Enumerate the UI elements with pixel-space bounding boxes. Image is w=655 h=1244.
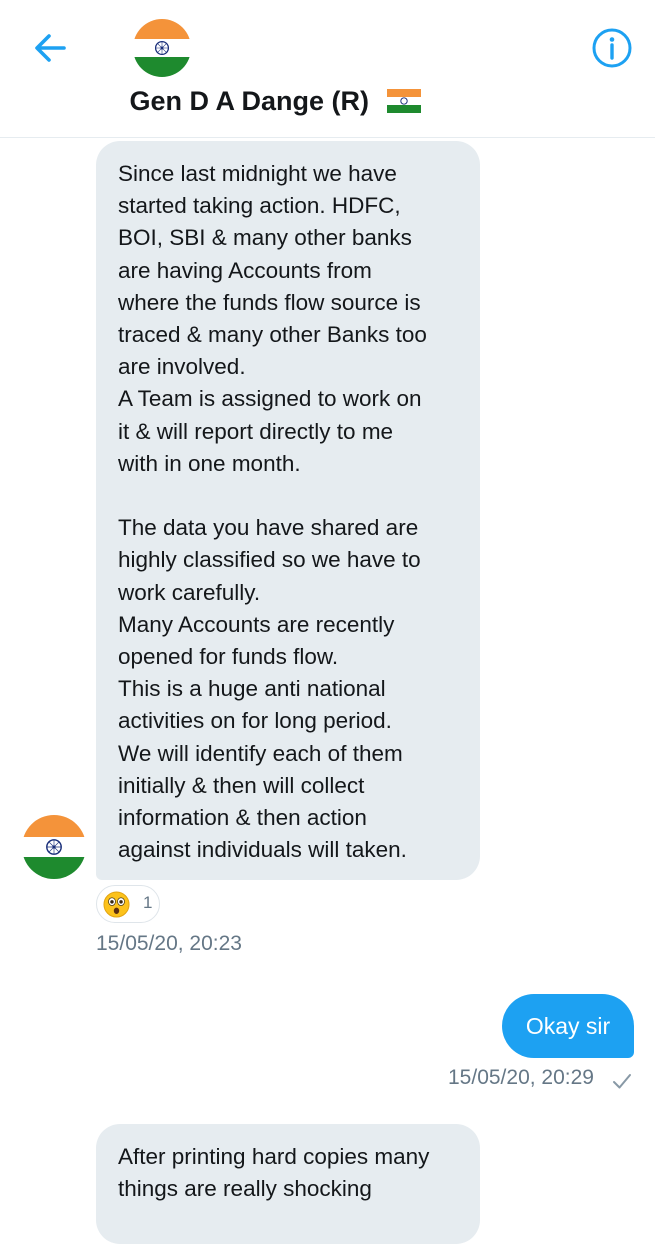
header-avatar[interactable]	[133, 19, 191, 77]
message-timestamp: 15/05/20, 20:29	[448, 1066, 594, 1089]
arrow-left-icon[interactable]	[30, 28, 70, 68]
conversation-name: Gen D A Dange (R)	[129, 86, 369, 116]
astonished-face-emoji-icon	[103, 891, 130, 918]
message-bubble-incoming[interactable]: After printing hard copies many things a…	[96, 1124, 480, 1244]
conversation-header: Gen D A Dange (R)	[0, 0, 655, 138]
ashoka-chakra-icon	[46, 839, 62, 855]
sender-avatar[interactable]	[22, 815, 86, 879]
page-title[interactable]: Gen D A Dange (R)	[0, 86, 550, 117]
india-flag-emoji	[386, 89, 421, 113]
reaction-count: 1	[143, 893, 153, 912]
reaction-badge[interactable]: 1	[96, 885, 160, 923]
sent-check-icon	[613, 1074, 631, 1089]
message-timestamp: 15/05/20, 20:23	[96, 932, 242, 955]
message-bubble-outgoing[interactable]: Okay sir	[502, 994, 634, 1058]
message-bubble-incoming[interactable]: Since last midnight we have started taki…	[96, 141, 480, 880]
ashoka-chakra-icon	[154, 40, 170, 56]
info-icon[interactable]	[591, 27, 633, 69]
